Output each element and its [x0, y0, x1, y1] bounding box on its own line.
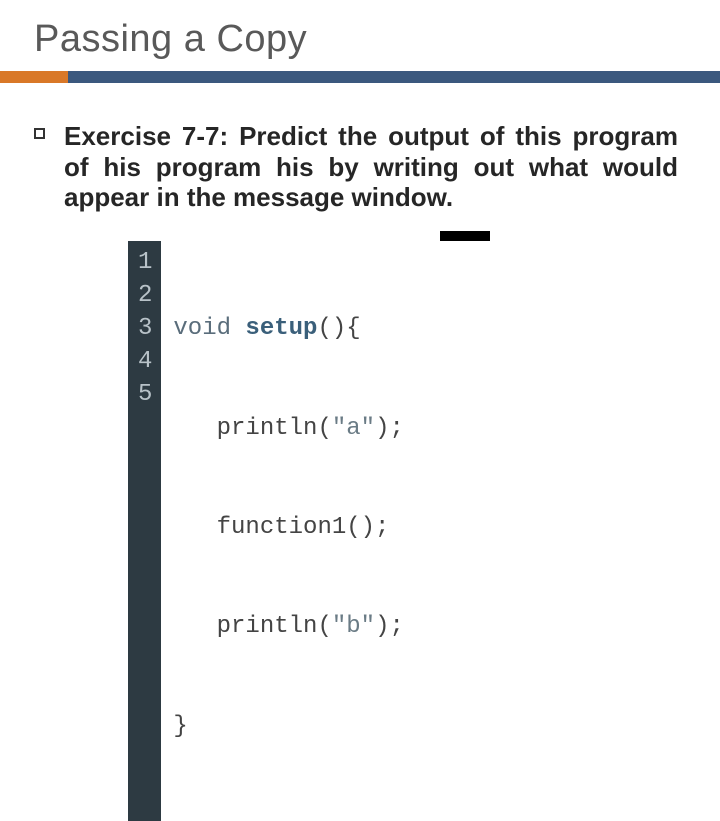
line-number: 1 [138, 246, 152, 279]
code-line: void setup(){ [173, 312, 403, 345]
line-number: 5 [138, 378, 152, 411]
line-number-gutter: 1 2 3 4 5 [128, 241, 161, 821]
string-literal: "a" [332, 415, 375, 442]
body-paragraph: Exercise 7-7: Predict the output of this… [0, 83, 720, 213]
code-line: } [173, 710, 403, 743]
punct: (){ [317, 315, 360, 342]
accent-blue [68, 71, 720, 83]
body-text: Exercise 7-7: Predict the output of this… [64, 121, 678, 212]
keyword: void [173, 315, 231, 342]
punct: } [173, 713, 187, 740]
accent-bar [0, 71, 720, 83]
code-content: void setup(){ println("a"); function1();… [161, 241, 417, 821]
line-number: 2 [138, 279, 152, 312]
function-call: function1 [217, 514, 347, 541]
code-line: println("a"); [173, 412, 403, 445]
code-line: function1(); [173, 511, 403, 544]
punct: ); [375, 415, 404, 442]
code-block: 1 2 3 4 5 void setup(){ println("a"); fu… [128, 241, 720, 821]
string-literal: "b" [332, 613, 375, 640]
cursor-bar [440, 231, 490, 241]
line-number: 3 [138, 312, 152, 345]
slide-title: Passing a Copy [0, 0, 720, 71]
punct: ( [317, 415, 331, 442]
punct: ( [317, 613, 331, 640]
function-call: println [217, 415, 318, 442]
code-line: println("b"); [173, 610, 403, 643]
punct: (); [346, 514, 389, 541]
punct: ); [375, 613, 404, 640]
accent-orange [0, 71, 68, 83]
function-call: println [217, 613, 318, 640]
line-number: 4 [138, 345, 152, 378]
bullet-square-icon [34, 128, 45, 139]
function-name: setup [245, 315, 317, 342]
